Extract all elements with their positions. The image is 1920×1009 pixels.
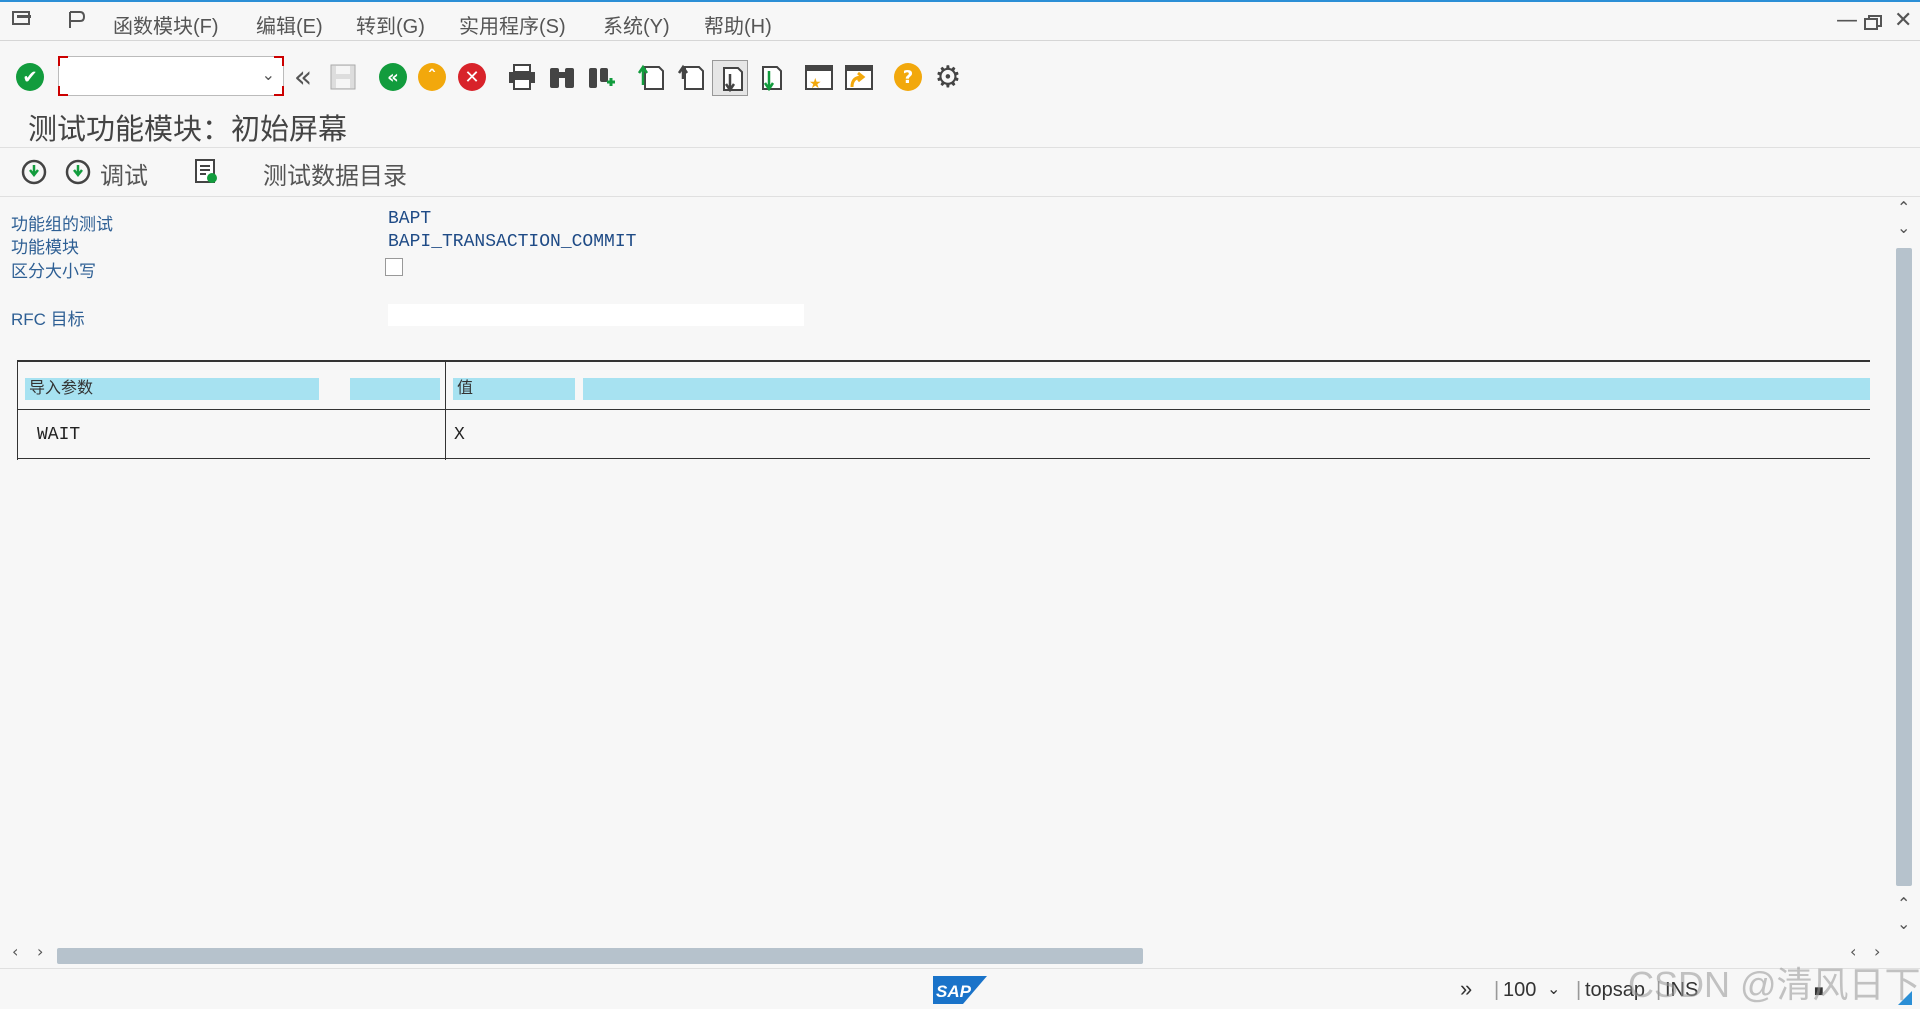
svg-text:★: ★ — [809, 76, 822, 91]
menu-icon[interactable] — [12, 11, 32, 27]
table-row-value[interactable]: X — [454, 425, 465, 445]
minimize-icon[interactable]: — — [1836, 8, 1858, 33]
command-field[interactable]: ⌄ — [58, 56, 284, 96]
function-module-value: BAPI_TRANSACTION_COMMIT — [388, 232, 637, 252]
menu-function-module[interactable]: 函数模块(F) — [113, 10, 219, 39]
execute-button[interactable] — [20, 158, 48, 190]
zoom-chevron-down-icon[interactable]: ⌄ — [1547, 979, 1560, 999]
create-session-icon: ★ — [805, 65, 833, 91]
print-icon — [509, 64, 535, 90]
watermark: CSDN @清风日下 — [1628, 964, 1920, 1005]
debug-button[interactable] — [64, 158, 92, 190]
previous-page-button[interactable] — [674, 60, 708, 94]
header-divider — [18, 409, 1870, 410]
restore-icon[interactable] — [1864, 12, 1882, 37]
first-page-icon — [637, 64, 664, 90]
first-page-button[interactable] — [634, 60, 668, 94]
menu-bar: 函数模块(F) 编辑(E) 转到(G) 实用程序(S) 系统(Y) 帮助(H) … — [0, 2, 1920, 41]
shortcut-button[interactable] — [842, 60, 876, 94]
vertical-scrollbar[interactable]: ⌃ ⌄ ⌃ ⌄ — [1894, 198, 1914, 938]
vertical-scroll-thumb[interactable] — [1896, 248, 1912, 886]
find-next-button[interactable] — [584, 60, 618, 94]
zoom-level: 100 — [1503, 979, 1537, 1001]
save-button[interactable] — [326, 60, 360, 94]
collapse-button[interactable]: « — [286, 59, 320, 95]
sap-logo-icon: SAP — [933, 976, 987, 1004]
close-icon[interactable]: ✕ — [1894, 8, 1912, 33]
page-title: 测试功能模块：初始屏幕 — [28, 114, 348, 146]
exit-button[interactable]: ˆ — [415, 60, 449, 94]
previous-page-icon — [677, 64, 704, 90]
cancel-button[interactable]: ✕ — [455, 60, 489, 94]
expand-status-icon[interactable]: » — [1460, 976, 1472, 1002]
debug-icon — [65, 159, 91, 185]
binoculars-icon — [550, 68, 574, 88]
create-session-button[interactable]: ★ — [802, 60, 836, 94]
menu-utilities[interactable]: 实用程序(S) — [459, 10, 566, 39]
scroll-down-bottom-icon[interactable]: ⌄ — [1897, 914, 1910, 933]
function-module-label: 功能模块 — [11, 238, 79, 257]
column-divider — [445, 362, 446, 460]
rfc-target-input[interactable] — [388, 304, 804, 326]
case-sensitive-label: 区分大小写 — [11, 262, 96, 281]
menu-system[interactable]: 系统(Y) — [603, 10, 670, 39]
status-separator: | — [1494, 979, 1500, 1001]
scroll-right-icon[interactable]: › — [37, 942, 43, 961]
table-row-param[interactable]: WAIT — [37, 425, 80, 445]
settings-button[interactable]: ⚙ — [931, 59, 965, 95]
exit-icon: ˆ — [418, 63, 446, 91]
next-page-button[interactable] — [712, 60, 748, 96]
scroll-left-icon[interactable]: ‹ — [12, 942, 18, 961]
rfc-target-label: RFC 目标 — [11, 310, 85, 329]
header-value[interactable]: 值 — [453, 378, 575, 400]
application-toolbar: 调试 测试数据目录 — [0, 150, 1920, 194]
find-button[interactable] — [545, 60, 579, 94]
import-parameters-table: 导入参数 值 WAIT X — [17, 360, 1870, 460]
last-page-icon — [762, 66, 782, 91]
test-data-directory-label[interactable]: 测试数据目录 — [263, 156, 407, 191]
gear-icon: ⚙ — [934, 59, 962, 95]
back-button[interactable]: « — [376, 60, 410, 94]
enter-button[interactable]: ✔ — [13, 60, 47, 94]
double-chevron-left-icon: « — [293, 59, 313, 95]
svg-text:SAP: SAP — [936, 982, 972, 1001]
function-group-label: 功能组的测试 — [11, 215, 113, 234]
header-value-extension — [583, 378, 1870, 400]
toolbar-divider — [0, 196, 1920, 197]
header-import-parameters[interactable]: 导入参数 — [25, 378, 319, 400]
last-page-button[interactable] — [752, 60, 786, 94]
cancel-icon: ✕ — [458, 63, 486, 91]
test-data-directory-button[interactable] — [194, 158, 220, 190]
back-icon: « — [379, 63, 407, 91]
find-next-icon — [589, 68, 615, 88]
help-icon: ? — [894, 63, 922, 91]
header-spacer — [350, 378, 440, 400]
save-icon — [330, 64, 356, 90]
shortcut-icon — [845, 65, 873, 90]
scroll-up-bottom-icon[interactable]: ⌃ — [1897, 894, 1910, 913]
system-toolbar: ✔ ⌄ « « ˆ ✕ ★ ? ⚙ — [0, 42, 1920, 110]
menu-goto[interactable]: 转到(G) — [356, 10, 425, 39]
execute-icon — [21, 159, 47, 185]
function-group-value: BAPT — [388, 209, 432, 229]
case-sensitive-checkbox[interactable] — [385, 258, 403, 276]
horizontal-scroll-thumb[interactable] — [57, 948, 1143, 964]
test-data-directory-icon — [195, 159, 217, 183]
enter-icon: ✔ — [16, 63, 44, 91]
status-separator-2: | — [1576, 979, 1582, 1001]
chevron-down-icon[interactable]: ⌄ — [262, 65, 275, 84]
print-button[interactable] — [505, 60, 539, 94]
scroll-up-icon[interactable]: ⌃ — [1897, 198, 1910, 217]
next-page-icon — [723, 67, 743, 92]
menu-edit[interactable]: 编辑(E) — [256, 10, 323, 39]
debug-label[interactable]: 调试 — [100, 156, 148, 191]
menu-help[interactable]: 帮助(H) — [704, 10, 772, 39]
help-button[interactable]: ? — [891, 60, 925, 94]
table-bottom-border — [18, 458, 1870, 459]
customize-icon[interactable] — [66, 10, 86, 30]
title-divider — [0, 147, 1920, 148]
scroll-down-icon[interactable]: ⌄ — [1897, 218, 1910, 237]
